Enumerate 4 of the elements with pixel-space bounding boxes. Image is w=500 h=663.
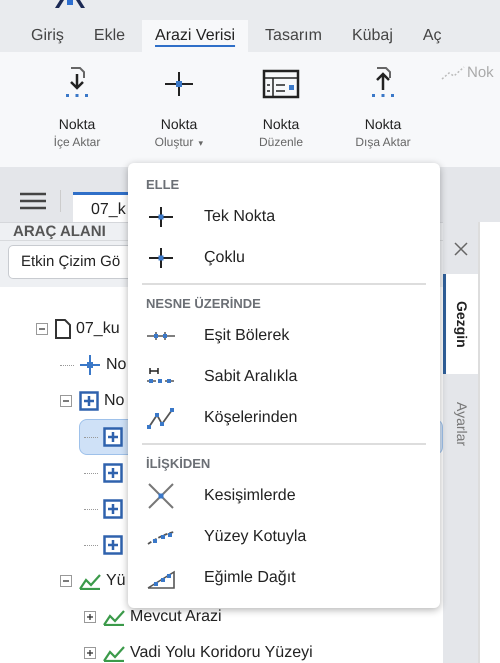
menu-section-title: NESNE ÜZERİNDE (145, 295, 262, 313)
menu-section-title: ELLE (145, 176, 180, 194)
panel-title: ARAÇ ALANI (13, 223, 106, 240)
menu-section-title: İLİŞKİDEN (145, 455, 212, 473)
